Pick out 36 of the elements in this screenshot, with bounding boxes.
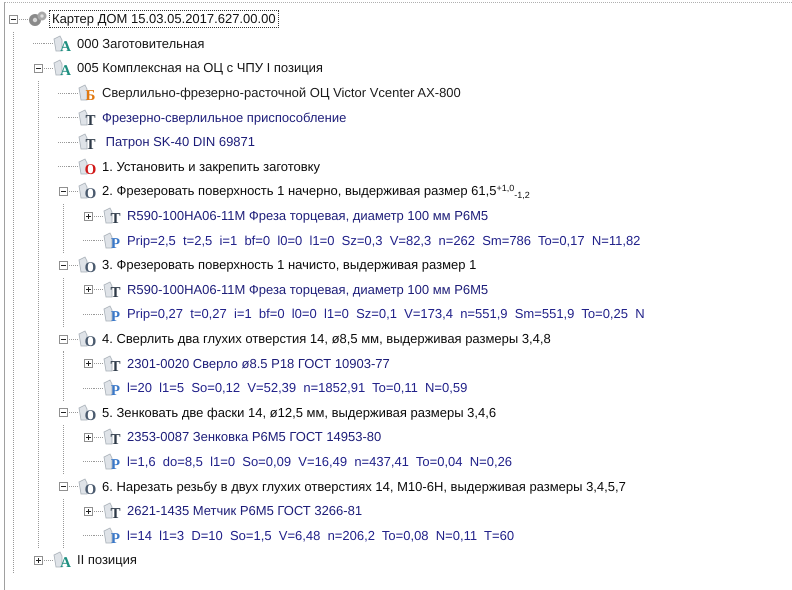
tree-item[interactable]: R590-100HA06-11M Фреза торцевая, диаметр 100 мм Р6М5 (125, 208, 490, 224)
tree-item[interactable]: 1. Установить и закрепить заготовку (100, 158, 322, 175)
expand-toggle[interactable] (84, 359, 93, 368)
expand-toggle[interactable] (84, 285, 93, 294)
tree-item[interactable]: 3. Фрезеровать поверхность 1 начисто, выдерживая размер 1 (100, 257, 478, 274)
tree-item[interactable]: 2353-0087 Зенковка Р6М5 ГОСТ 14953-80 (125, 429, 384, 446)
tree-item[interactable]: 2301-0020 Сверло ø8.5 Р18 ГОСТ 10903-77 (125, 356, 392, 372)
tree-item[interactable]: 2621-1435 Метчик Р6М5 ГОСТ 3266-81 (125, 503, 364, 520)
tree-item[interactable]: R590-100HA06-11M Фреза торцевая, диаметр 100 мм Р6М5 (125, 282, 490, 298)
tree-item[interactable]: II позиция (75, 552, 139, 568)
tree-item[interactable]: 5. Зенковать две фаски 14, ø12,5 мм, выдерживая размеры 3,4,6 (100, 404, 498, 421)
collapse-toggle[interactable] (59, 408, 68, 418)
tree-item[interactable]: 000 Заготовительная (75, 36, 206, 52)
tree-item[interactable]: Prip=2,5 t=2,5 i=1 bf=0 l0=0 l1=0 Sz=0,3 V=82,3 n=262 Sm=786 To=0,17 N=11,82 (125, 232, 642, 249)
tree-item[interactable]: Сверлильно-фрезерно-расточной ОЦ Victor Vcenter AX-800 (100, 85, 463, 102)
collapse-toggle[interactable] (34, 64, 43, 73)
tree-item[interactable]: l=14 l1=3 D=10 So=1,5 V=6,48 n=206,2 To=0,08 N=0,11 T=60 (125, 528, 516, 544)
expand-toggle[interactable] (34, 556, 43, 565)
tree-item[interactable]: 4. Сверлить два глухих отверстия 14, ø8,5 мм, выдерживая размеры 3,4,8 (100, 331, 553, 348)
tree-item[interactable]: l=1,6 do=8,5 l1=0 So=0,09 V=16,49 n=437,41 To=0,04 N=0,26 (125, 454, 514, 470)
collapse-toggle[interactable] (59, 334, 68, 344)
tree-item[interactable]: 6. Нарезать резьбу в двух глухих отверстиях 14, М10-6Н, выдерживая размеры 3,4,5,7 (100, 478, 628, 495)
tree-item[interactable]: Фрезерно-сверлильное приспособление (100, 110, 348, 126)
expand-toggle[interactable] (84, 506, 93, 516)
collapse-toggle[interactable] (9, 14, 18, 24)
collapse-toggle[interactable] (59, 186, 68, 196)
expand-toggle[interactable] (84, 432, 93, 442)
gears-icon (28, 10, 47, 28)
tree-item[interactable]: l=20 l1=5 So=0,12 V=52,39 n=1852,91 To=0,11 N=0,59 (125, 380, 470, 396)
tree-item[interactable]: 005 Комплексная на ОЦ с ЧПУ I позиция (75, 60, 325, 76)
tree-item[interactable]: Prip=0,27 t=0,27 i=1 bf=0 l0=0 l1=0 Sz=0,1 V=173,4 n=551,9 Sm=551,9 To=0,25 N (125, 306, 647, 322)
collapse-toggle[interactable] (59, 482, 68, 492)
tree-item[interactable]: Картер ДОМ 15.03.05.2017.627.00.00 (50, 11, 278, 28)
collapse-toggle[interactable] (59, 260, 68, 270)
expand-toggle[interactable] (84, 212, 93, 221)
tree-item[interactable]: Патрон SK-40 DIN 69871 (100, 134, 257, 150)
